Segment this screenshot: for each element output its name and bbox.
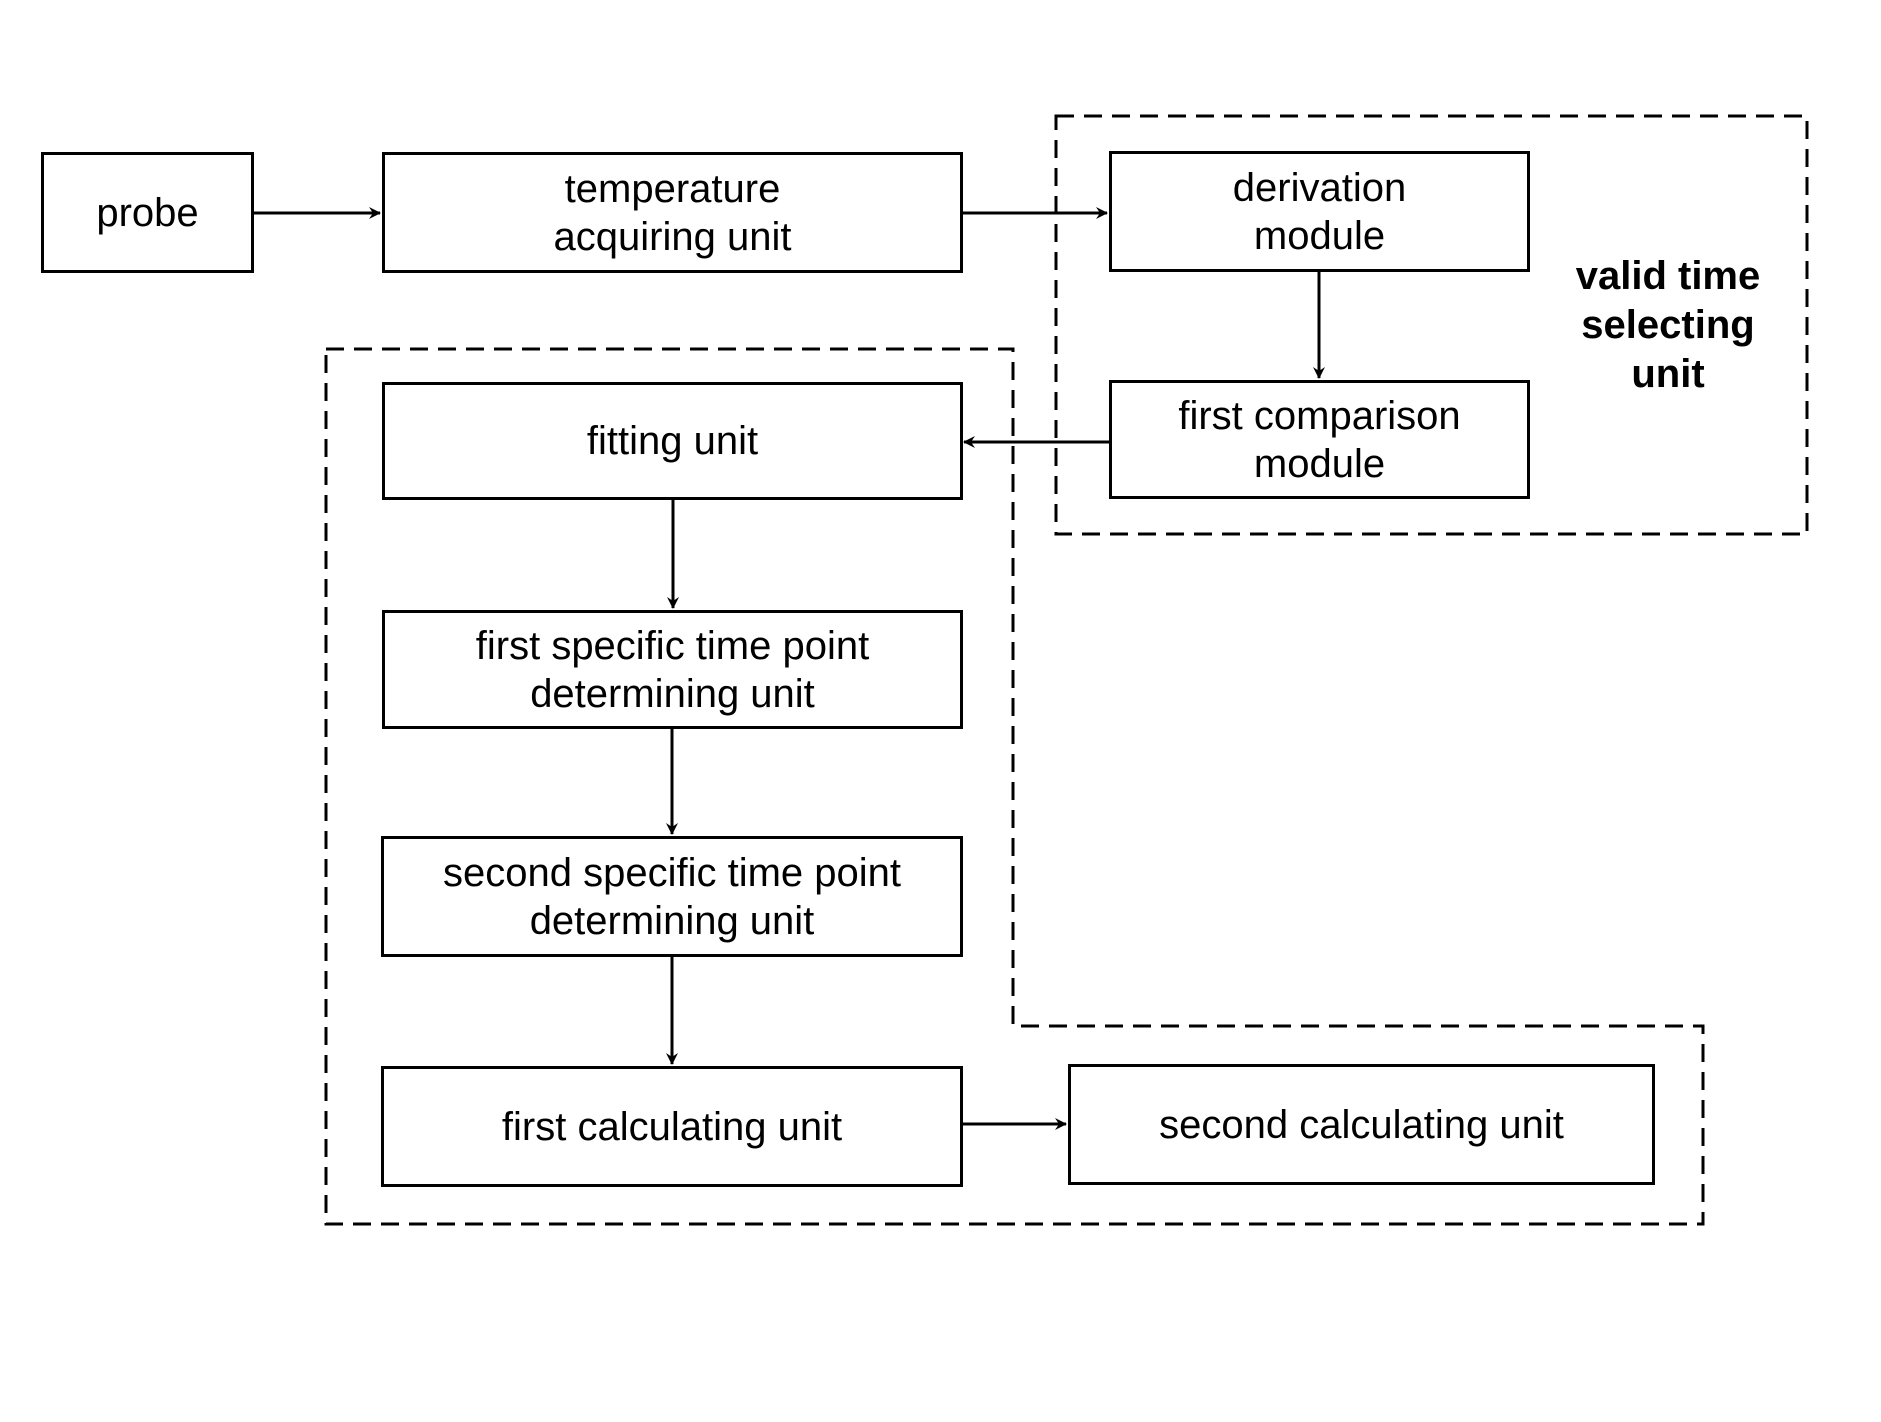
node-label: second calculating unit bbox=[1159, 1102, 1564, 1147]
node-label: fitting unit bbox=[586, 419, 759, 463]
node-label: first comparison module bbox=[1178, 393, 1461, 486]
node-second-calculating-unit: second calculating unit bbox=[1068, 1064, 1655, 1185]
group-label-valid-time-selecting-unit: valid time selecting unit bbox=[1575, 254, 1761, 396]
node-probe: probe bbox=[41, 152, 254, 273]
node-label: derivation module bbox=[1232, 165, 1407, 258]
node-label: second specific time point determining u… bbox=[442, 850, 901, 943]
node-first-specific-time-point-determining-unit: first specific time point determining un… bbox=[382, 610, 963, 729]
node-label: first specific time point determining un… bbox=[475, 623, 870, 716]
node-first-comparison-module: first comparison module bbox=[1109, 380, 1530, 499]
node-label: first calculating unit bbox=[501, 1104, 843, 1149]
node-first-calculating-unit: first calculating unit bbox=[381, 1066, 963, 1187]
node-label: temperature acquiring unit bbox=[553, 166, 792, 259]
node-derivation-module: derivation module bbox=[1109, 151, 1530, 272]
node-second-specific-time-point-determining-unit: second specific time point determining u… bbox=[381, 836, 963, 957]
node-temperature-acquiring-unit: temperature acquiring unit bbox=[382, 152, 963, 273]
node-label: probe bbox=[96, 190, 199, 235]
node-fitting-unit: fitting unit bbox=[382, 382, 963, 500]
